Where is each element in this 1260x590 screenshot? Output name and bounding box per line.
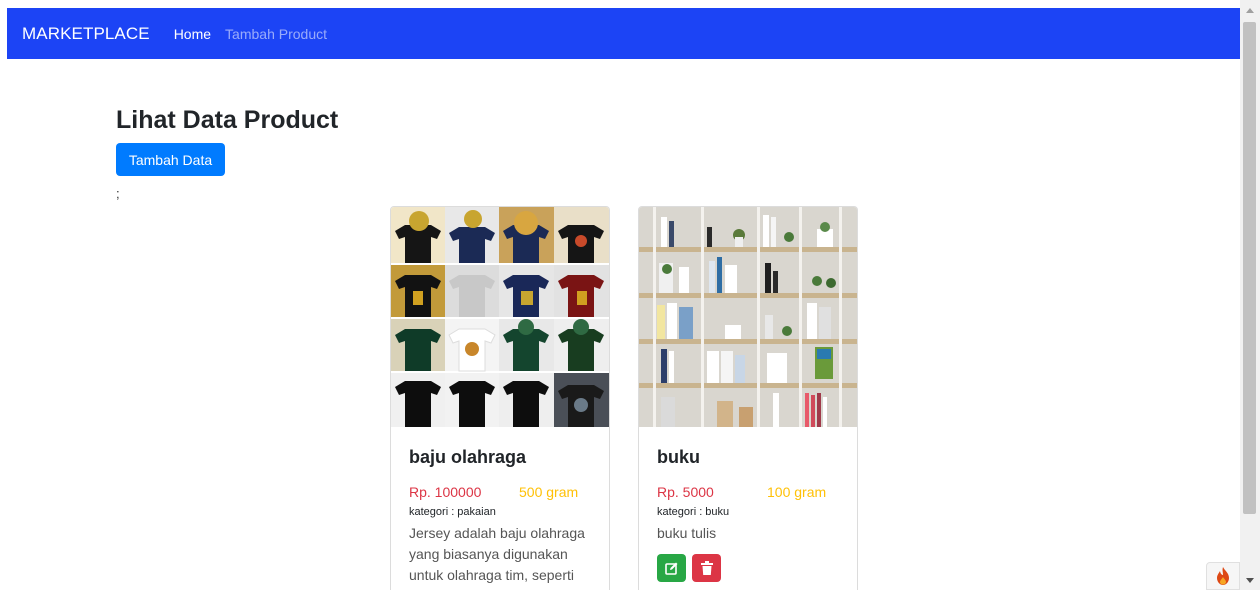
navbar-brand[interactable]: MARKETPLACE bbox=[22, 24, 150, 44]
top-strip bbox=[0, 0, 1240, 8]
product-weight: 500 gram bbox=[519, 484, 579, 500]
price-row: Rp. 5000 100 gram bbox=[657, 484, 847, 500]
debug-toolbar-toggle[interactable] bbox=[1206, 562, 1240, 590]
edit-icon bbox=[664, 562, 677, 575]
product-description: buku tulis bbox=[657, 525, 717, 541]
product-card-body: baju olahraga Rp. 100000 500 gram katego… bbox=[409, 447, 599, 586]
stray-text: ; bbox=[116, 186, 120, 201]
price-row: Rp. 100000 500 gram bbox=[409, 484, 599, 500]
product-description: Jersey adalah baju olahraga yang biasany… bbox=[409, 525, 585, 583]
trash-icon bbox=[700, 561, 713, 575]
delete-button[interactable] bbox=[692, 554, 721, 582]
product-category: kategori : buku bbox=[657, 506, 730, 518]
scroll-down-arrow[interactable] bbox=[1246, 578, 1254, 583]
product-card: buku Rp. 5000 100 gram kategori : buku b… bbox=[638, 206, 858, 590]
product-price: Rp. 100000 bbox=[409, 484, 482, 500]
product-category: kategori : pakaian bbox=[409, 506, 496, 518]
nav-link-home[interactable]: Home bbox=[174, 26, 211, 42]
navbar: MARKETPLACE Home Tambah Product bbox=[7, 8, 1240, 59]
scroll-up-arrow[interactable] bbox=[1246, 8, 1254, 13]
product-name: baju olahraga bbox=[409, 447, 527, 467]
edit-button[interactable] bbox=[657, 554, 686, 582]
product-weight: 100 gram bbox=[767, 484, 827, 500]
scroll-thumb[interactable] bbox=[1243, 22, 1256, 514]
product-card: baju olahraga Rp. 100000 500 gram katego… bbox=[390, 206, 610, 590]
page-title: Lihat Data Product bbox=[116, 106, 339, 134]
add-data-button[interactable]: Tambah Data bbox=[116, 143, 225, 176]
nav-link-tambah-product[interactable]: Tambah Product bbox=[225, 26, 327, 42]
product-image-bookshelf bbox=[639, 207, 857, 427]
page-scrollbar[interactable] bbox=[1240, 0, 1260, 590]
flame-icon bbox=[1217, 567, 1229, 585]
product-card-body: buku Rp. 5000 100 gram kategori : buku b… bbox=[657, 447, 847, 582]
product-name: buku bbox=[657, 447, 700, 467]
product-actions bbox=[657, 554, 847, 582]
product-image-tshirts bbox=[391, 207, 609, 427]
product-price: Rp. 5000 bbox=[657, 484, 714, 500]
